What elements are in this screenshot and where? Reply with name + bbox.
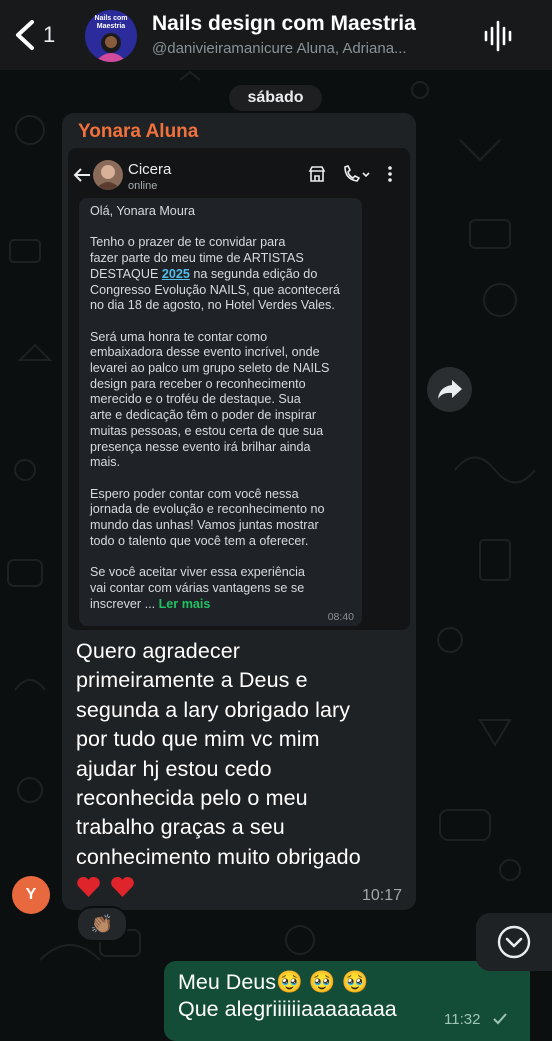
- group-avatar[interactable]: Nails com Maestria: [85, 10, 137, 62]
- forward-icon: [438, 380, 462, 399]
- read-more-link: Ler mais: [158, 596, 211, 611]
- message-time: 10:17: [361, 887, 402, 904]
- sender-avatar[interactable]: Y: [12, 876, 50, 914]
- contact-status: online: [128, 180, 158, 192]
- chevron-down-circle-icon: [497, 925, 531, 959]
- invitation-time: 08:40: [327, 611, 354, 623]
- outgoing-message-bubble[interactable]: Meu Deus🥹 🥹 🥹 Que alegriiiiiiaaaaaaaa 11…: [164, 961, 530, 1041]
- chat-subtitle[interactable]: @danivieiramanicure Aluna, Adriana...: [152, 40, 470, 57]
- reaction-badge[interactable]: 👏🏽: [76, 906, 128, 942]
- sender-name[interactable]: Yonara Aluna: [78, 121, 198, 143]
- contact-avatar: [93, 160, 123, 190]
- forward-button[interactable]: [427, 367, 472, 412]
- outgoing-text: Meu Deus🥹 🥹 🥹 Que alegriiiiiiaaaaaaaa: [178, 970, 397, 1021]
- chat-title[interactable]: Nails design com Maestria: [152, 12, 416, 36]
- phone-icon: [344, 165, 370, 182]
- date-separator: sábado: [229, 85, 322, 111]
- year-link: 2025: [161, 266, 190, 281]
- back-chevron-icon[interactable]: [10, 18, 40, 52]
- scroll-to-bottom-button[interactable]: [476, 913, 552, 971]
- back-arrow-icon: [73, 168, 90, 182]
- shop-icon: [308, 166, 326, 182]
- heart-icon: [77, 876, 100, 897]
- unread-count[interactable]: 1: [43, 22, 55, 48]
- screenshot-image[interactable]: Cicera online Olá, Yonara Moura Tenho o …: [68, 148, 410, 630]
- waveform-icon[interactable]: [482, 20, 516, 52]
- invitation-text: Olá, Yonara Moura Tenho o prazer de te c…: [90, 204, 356, 612]
- invitation-message: Olá, Yonara Moura Tenho o prazer de te c…: [79, 198, 362, 626]
- heart-icon: [111, 876, 134, 897]
- outgoing-time: 11:32: [444, 1011, 481, 1028]
- more-vertical-icon: [388, 166, 392, 182]
- contact-name: Cicera: [128, 161, 172, 178]
- invitation-body: na segunda edição do Congresso Evolução …: [90, 266, 340, 611]
- message-caption: Quero agradecer primeiramente a Deus e s…: [76, 639, 361, 869]
- incoming-message-bubble[interactable]: Yonara Aluna Cicera online Olá, Yonara M…: [62, 113, 416, 910]
- chat-header: 1 Nails com Maestria Nails design com Ma…: [0, 0, 552, 70]
- hearts-emoji: [76, 876, 144, 904]
